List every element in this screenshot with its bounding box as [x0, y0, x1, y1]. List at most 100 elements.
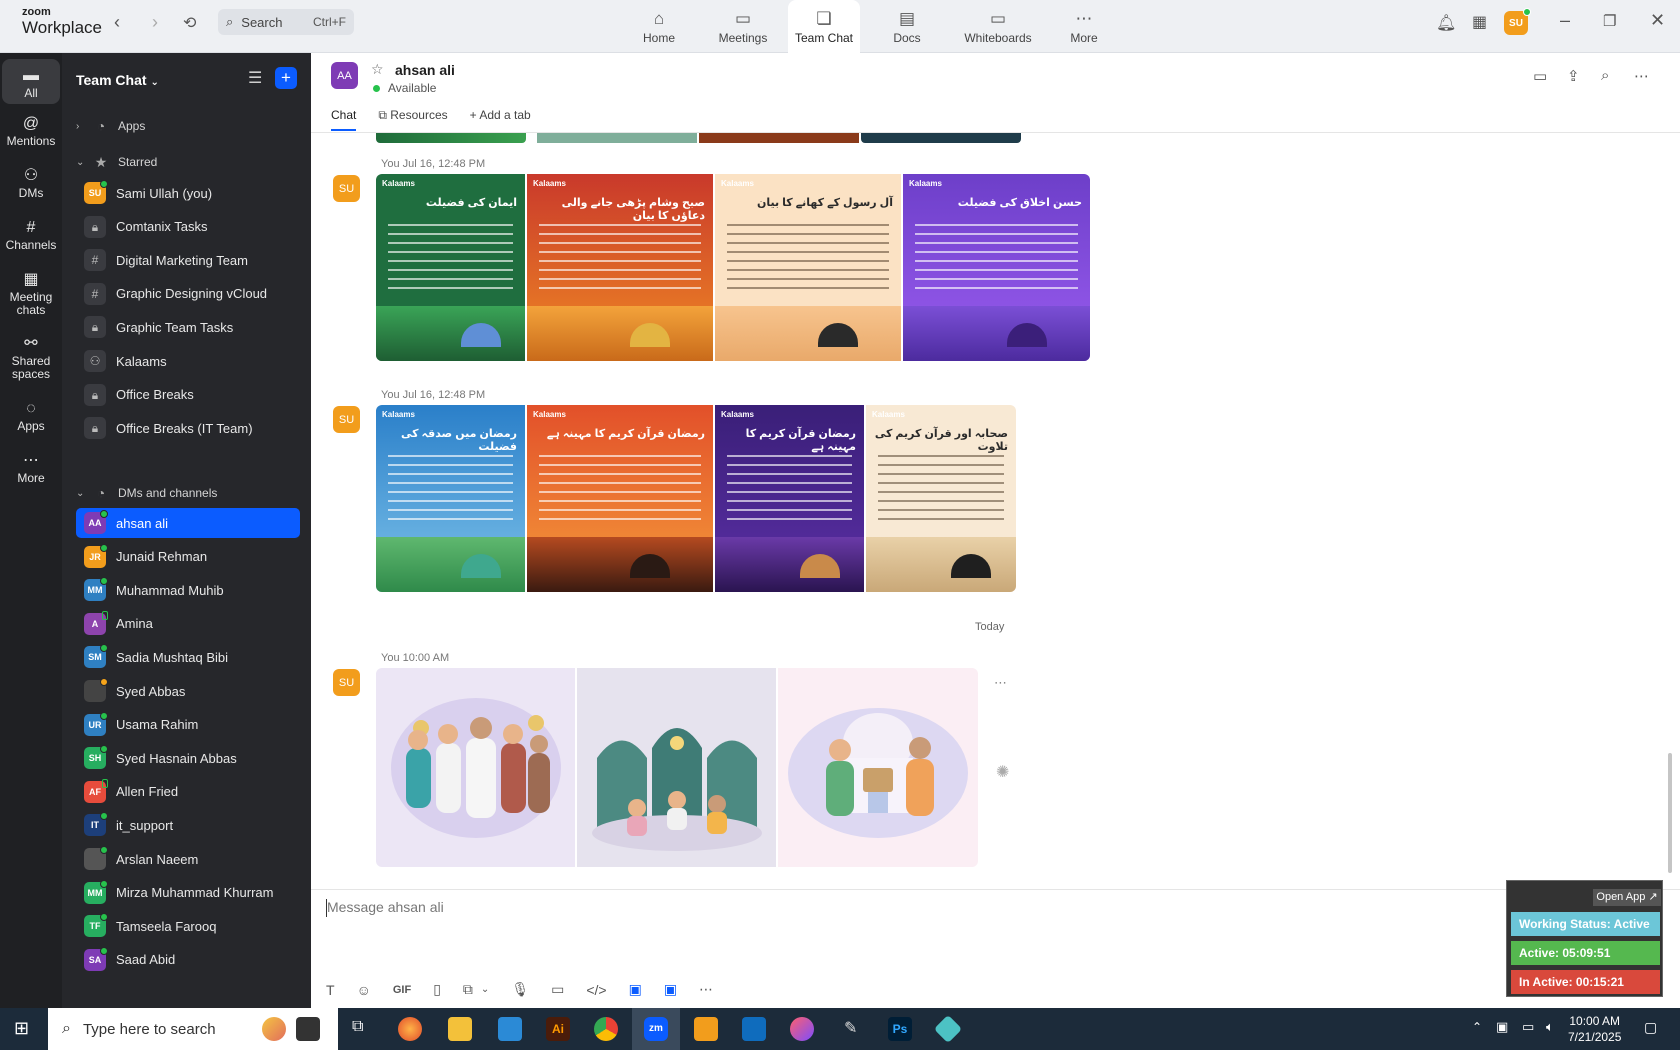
- tab-chat[interactable]: Chat: [331, 108, 357, 131]
- pen-tool-icon[interactable]: ✎: [844, 1018, 857, 1038]
- message-avatar[interactable]: SU: [333, 669, 360, 696]
- firefox-icon[interactable]: [398, 1017, 422, 1041]
- partial-image[interactable]: [537, 133, 697, 143]
- app-integration-icon[interactable]: ▣: [629, 981, 642, 998]
- partial-image[interactable]: [861, 133, 1021, 143]
- microphone-icon[interactable]: 🎙︎: [511, 981, 529, 998]
- sidebar-item-dm[interactable]: A Amina: [76, 609, 300, 639]
- file-icon[interactable]: ▯: [433, 981, 441, 998]
- app-icon[interactable]: [694, 1017, 718, 1041]
- emoji-icon[interactable]: ☺: [357, 982, 371, 998]
- system-clock[interactable]: 10:00 AM 7/21/2025: [1568, 1013, 1621, 1045]
- rail-dms[interactable]: ⚇ DMs: [2, 165, 60, 200]
- rail-all[interactable]: ▬ All: [2, 59, 60, 104]
- sidebar-item-dm[interactable]: AA ahsan ali: [76, 508, 300, 538]
- illustrator-icon[interactable]: Ai: [546, 1017, 570, 1041]
- kalaam-image-card[interactable]: Kalaams آل رسول کے کھانے کا بیان: [715, 174, 901, 361]
- video-message-icon[interactable]: ▭: [551, 981, 564, 998]
- section-apps[interactable]: › ◔ Apps: [76, 115, 300, 137]
- tab-add[interactable]: + Add a tab: [470, 108, 531, 131]
- section-dms[interactable]: ⌄ ◔ DMs and channels: [76, 482, 300, 504]
- new-chat-button[interactable]: +: [275, 67, 297, 89]
- rail-more[interactable]: ⋯ More: [2, 450, 60, 485]
- illustration-image[interactable]: [778, 668, 978, 867]
- tray-app-icon[interactable]: ▣: [1496, 1019, 1508, 1035]
- sidebar-item-dm[interactable]: SH Syed Hasnain Abbas: [76, 743, 300, 773]
- illustration-image[interactable]: [376, 668, 575, 867]
- notifications-icon[interactable]: ▢: [1644, 1019, 1657, 1036]
- chevron-down-icon[interactable]: ⌄: [481, 984, 489, 995]
- kalaam-image-card[interactable]: Kalaams صبح وشام پڑھی جانے والی دعاؤں کا …: [527, 174, 713, 361]
- volume-icon[interactable]: 🔈︎: [1546, 1019, 1554, 1035]
- sidebar-item-starred[interactable]: 🔒︎ Graphic Team Tasks: [76, 312, 300, 342]
- sidebar-item-starred[interactable]: 🔒︎ Office Breaks: [76, 380, 300, 410]
- nav-docs[interactable]: ▤ Docs: [870, 0, 944, 53]
- kalaam-image-card[interactable]: Kalaams رمضان میں صدقہ کی فضیلت: [376, 405, 525, 592]
- nav-team-chat[interactable]: ❏ Team Chat: [788, 0, 860, 53]
- widgets-icon[interactable]: [262, 1017, 286, 1041]
- zoom-app-icon[interactable]: ▣: [664, 981, 677, 998]
- message-avatar[interactable]: SU: [333, 175, 360, 202]
- search-icon[interactable]: ⌕: [1601, 67, 1609, 84]
- cortana-icon[interactable]: [296, 1017, 320, 1041]
- partial-image[interactable]: [376, 133, 526, 143]
- kalaam-image-card[interactable]: Kalaams رمضان قرآن کریم کا مہینہ ہے: [715, 405, 864, 592]
- sidebar-item-dm[interactable]: JR Junaid Rehman: [76, 542, 300, 572]
- screenshot-icon[interactable]: ⧉: [463, 981, 473, 998]
- outlook-icon[interactable]: [742, 1017, 766, 1041]
- section-starred[interactable]: ⌄ ★ Starred: [76, 151, 300, 173]
- photoshop-icon[interactable]: Ps: [888, 1017, 912, 1041]
- message-more-icon[interactable]: ⋯: [994, 675, 1007, 691]
- maximize-icon[interactable]: ❐: [1603, 12, 1616, 30]
- chrome-icon[interactable]: [594, 1017, 618, 1041]
- message-input[interactable]: Message ahsan ali: [327, 899, 444, 915]
- partial-image[interactable]: [699, 133, 859, 143]
- sidebar-item-dm[interactable]: SM Sadia Mushtaq Bibi: [76, 642, 300, 672]
- windows-start-icon[interactable]: ⊞: [14, 1018, 29, 1039]
- search-bar[interactable]: ⌕ Search Ctrl+F: [218, 9, 354, 35]
- creative-cloud-icon[interactable]: [790, 1017, 814, 1041]
- tab-resources[interactable]: ⧉ Resources: [378, 108, 447, 131]
- text-format-icon[interactable]: T: [326, 982, 335, 998]
- code-snippet-icon[interactable]: </>: [586, 982, 606, 998]
- scrollbar[interactable]: [1668, 753, 1672, 873]
- contact-avatar[interactable]: AA: [331, 62, 358, 89]
- vscode-icon[interactable]: [498, 1017, 522, 1041]
- open-app-button[interactable]: Open App ↗: [1593, 889, 1661, 906]
- kalaam-image-card[interactable]: Kalaams صحابہ اور قرآن کریم کی تلاوت: [866, 405, 1016, 592]
- illustration-image[interactable]: [577, 668, 776, 867]
- sidebar-item-starred[interactable]: # Graphic Designing vCloud: [76, 279, 300, 309]
- user-avatar[interactable]: SU: [1504, 8, 1531, 35]
- sidebar-item-starred[interactable]: SU Sami Ullah (you): [76, 178, 300, 208]
- nav-whiteboards[interactable]: ▭ Whiteboards: [950, 0, 1046, 53]
- sidebar-item-dm[interactable]: MM Muhammad Muhib: [76, 575, 300, 605]
- sidebar-item-starred[interactable]: ⚇ Kalaams: [76, 346, 300, 376]
- task-view-icon[interactable]: ⧉: [352, 1018, 363, 1036]
- message-avatar[interactable]: SU: [333, 406, 360, 433]
- share-screen-icon[interactable]: ⇪: [1567, 67, 1580, 85]
- rail-meeting-chats[interactable]: ▦ Meeting chats: [2, 269, 60, 317]
- kalaam-image-card[interactable]: Kalaams حسن اخلاق کی فضیلت: [903, 174, 1090, 361]
- star-outline-icon[interactable]: ☆: [371, 61, 384, 78]
- back-arrow-icon[interactable]: ‹: [114, 12, 120, 33]
- rail-channels[interactable]: # Channels: [2, 217, 60, 252]
- kalaam-image-card[interactable]: Kalaams ایمان کی فضیلت: [376, 174, 525, 361]
- sidebar-item-starred[interactable]: 🔒︎ Comtanix Tasks: [76, 212, 300, 242]
- nav-meetings[interactable]: ▭ Meetings: [704, 0, 782, 53]
- sidebar-item-dm[interactable]: UR Usama Rahim: [76, 710, 300, 740]
- sidebar-title[interactable]: Team Chat ⌄: [76, 72, 159, 88]
- sidebar-item-dm[interactable]: Syed Abbas: [76, 676, 300, 706]
- sidebar-item-dm[interactable]: SA Saad Abid: [76, 945, 300, 975]
- nav-home[interactable]: ⌂ Home: [620, 0, 698, 53]
- nav-more[interactable]: ⋯ More: [1052, 0, 1116, 53]
- more-options-icon[interactable]: ⋯: [1634, 67, 1649, 85]
- sidebar-item-starred[interactable]: # Digital Marketing Team: [76, 245, 300, 275]
- more-tools-icon[interactable]: ⋯: [699, 981, 713, 998]
- rail-mentions[interactable]: @ Mentions: [2, 113, 60, 148]
- notification-bell-icon[interactable]: 🔔︎: [1436, 13, 1456, 33]
- contact-name[interactable]: ahsan ali: [395, 62, 455, 78]
- rail-shared-spaces[interactable]: ⚯ Shared spaces: [2, 333, 60, 381]
- rail-apps[interactable]: ◌ Apps: [2, 398, 60, 433]
- app-diamond-icon[interactable]: [933, 1014, 963, 1044]
- sidebar-item-dm[interactable]: TF Tamseela Farooq: [76, 911, 300, 941]
